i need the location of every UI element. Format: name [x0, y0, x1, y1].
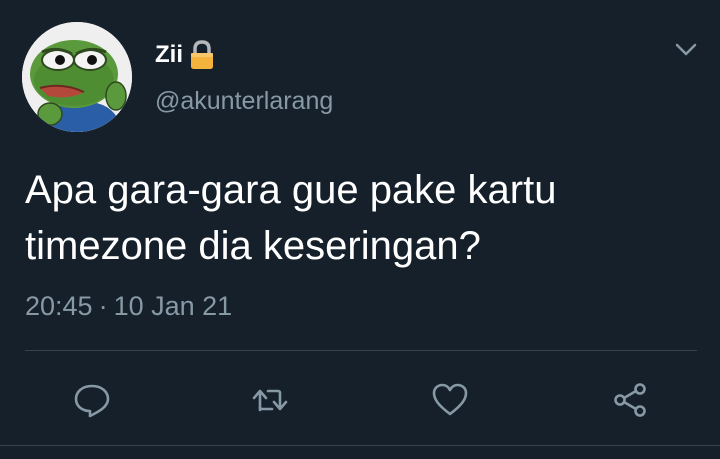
- reply-icon: [74, 384, 110, 418]
- user-name-row[interactable]: Zii: [155, 38, 217, 72]
- tweet-time: 20:45: [25, 291, 93, 321]
- user-handle[interactable]: @akunterlarang: [155, 86, 333, 116]
- retweet-button[interactable]: [248, 378, 292, 422]
- lock-icon: [187, 39, 217, 71]
- tweet-actions: [0, 370, 720, 430]
- share-icon: [614, 383, 646, 417]
- frog-avatar-icon: [22, 22, 132, 132]
- chevron-down-icon[interactable]: [672, 38, 700, 62]
- like-button[interactable]: [428, 378, 472, 422]
- tweet-text: Apa gara-gara gue pake kartu timezone di…: [25, 168, 557, 268]
- retweet-icon: [252, 389, 288, 412]
- display-name[interactable]: Zii: [155, 40, 183, 70]
- bottom-divider: [0, 445, 720, 446]
- tweet-card[interactable]: Zii @akunterlarang Apa gara-gara gue pak…: [0, 0, 720, 459]
- tweet-date: 10 Jan 21: [113, 291, 233, 321]
- meta-separator: ·: [98, 291, 108, 321]
- divider: [25, 350, 697, 351]
- reply-button[interactable]: [70, 378, 114, 422]
- share-button[interactable]: [608, 378, 652, 422]
- like-icon: [432, 383, 468, 416]
- tweet-timestamp[interactable]: 20:45 · 10 Jan 21: [25, 288, 232, 324]
- avatar[interactable]: [22, 22, 132, 132]
